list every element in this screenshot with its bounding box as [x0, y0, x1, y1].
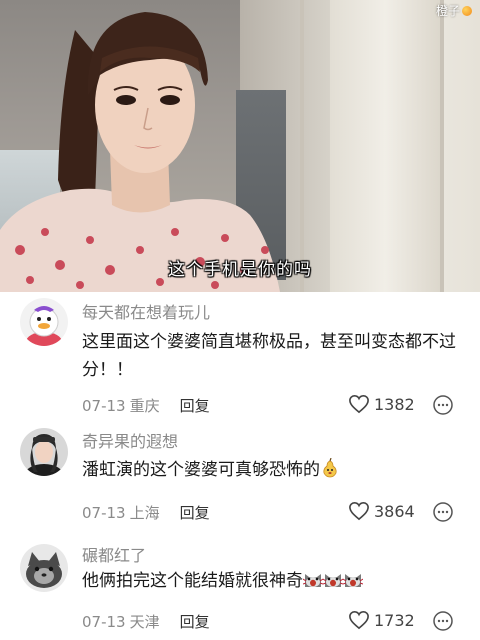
channel-watermark: 橙子 — [436, 2, 472, 19]
avatar[interactable] — [20, 298, 68, 346]
reply-button[interactable]: 回复 — [180, 395, 210, 416]
comment-username[interactable]: 碾都红了 — [82, 542, 146, 566]
comment-location: 重庆 — [129, 397, 160, 415]
comment-meta: 07-13 天津 回复 — [82, 611, 210, 632]
orange-logo-icon — [462, 5, 472, 16]
person-avatar-icon — [20, 428, 68, 476]
more-button[interactable] — [432, 501, 454, 527]
video-door-frame — [300, 0, 304, 292]
heart-outline-icon — [349, 501, 369, 521]
like-button[interactable]: 3864 — [348, 501, 415, 521]
more-button[interactable] — [432, 394, 454, 420]
more-dots-icon — [433, 395, 453, 415]
comment-username[interactable]: 奇异果的遐想 — [82, 428, 178, 452]
comment-item: 奇异果的遐想 潘虹演的这个婆婆可真够恐怖的 07-13 上海 回复 3864 — [0, 418, 480, 536]
comment-date: 07-13 — [82, 396, 126, 415]
more-dots-icon — [433, 502, 453, 522]
video-door-frame — [440, 0, 444, 292]
more-button[interactable] — [432, 610, 454, 636]
like-button[interactable]: 1732 — [348, 610, 415, 630]
pear-emoji-icon — [323, 458, 337, 478]
video-door — [330, 0, 440, 292]
like-count: 3864 — [374, 501, 415, 521]
heart-outline-icon — [349, 394, 369, 414]
comment-meta: 07-13 重庆 回复 — [82, 395, 210, 416]
comment-date: 07-13 — [82, 612, 126, 631]
reply-button[interactable]: 回复 — [180, 502, 210, 523]
watermark-label: 橙子 — [435, 4, 460, 18]
comment-date: 07-13 — [82, 503, 126, 522]
comment-text: 这里面这个婆婆简直堪称极品，甚至叫变态都不过分！！ — [82, 332, 456, 380]
comment-text-body: 他俩拍完这个能结婚就很神奇 — [82, 571, 303, 591]
comment-username[interactable]: 每天都在想着玩儿 — [82, 299, 210, 323]
like-count: 1382 — [374, 394, 415, 414]
like-button[interactable]: 1382 — [348, 394, 415, 414]
animal-avatar-icon — [20, 544, 68, 592]
avatar[interactable] — [20, 544, 68, 592]
screaming-cat-emoji-icon — [343, 574, 363, 587]
comment-text: 潘虹演的这个婆婆可真够恐怖的 — [82, 456, 467, 484]
screaming-cat-emoji-icon — [303, 574, 323, 587]
comment-text: 他俩拍完这个能结婚就很神奇 — [82, 567, 467, 595]
video-frame[interactable]: 这个手机是你的吗 橙子 — [0, 0, 480, 292]
reply-button[interactable]: 回复 — [180, 611, 210, 632]
duck-avatar-icon — [20, 298, 68, 346]
comment-item: 每天都在想着玩儿 这里面这个婆婆简直堪称极品，甚至叫变态都不过分！！ 07-13… — [0, 292, 480, 418]
like-count: 1732 — [374, 610, 415, 630]
comment-list: 每天都在想着玩儿 这里面这个婆婆简直堪称极品，甚至叫变态都不过分！！ 07-13… — [0, 292, 480, 640]
comment-location: 天津 — [129, 613, 160, 631]
comment-meta: 07-13 上海 回复 — [82, 502, 210, 523]
comment-location: 上海 — [129, 504, 160, 522]
video-person-figure — [0, 12, 280, 292]
comment-item: 碾都红了 他俩拍完这个能结婚就很神奇 07-13 天津 回复 1732 — [0, 536, 480, 640]
more-dots-icon — [433, 611, 453, 631]
comment-text-body: 潘虹演的这个婆婆可真够恐怖的 — [82, 460, 320, 480]
video-subtitle: 这个手机是你的吗 — [168, 260, 312, 280]
screaming-cat-emoji-icon — [323, 574, 343, 587]
heart-outline-icon — [349, 610, 369, 630]
avatar[interactable] — [20, 428, 68, 476]
